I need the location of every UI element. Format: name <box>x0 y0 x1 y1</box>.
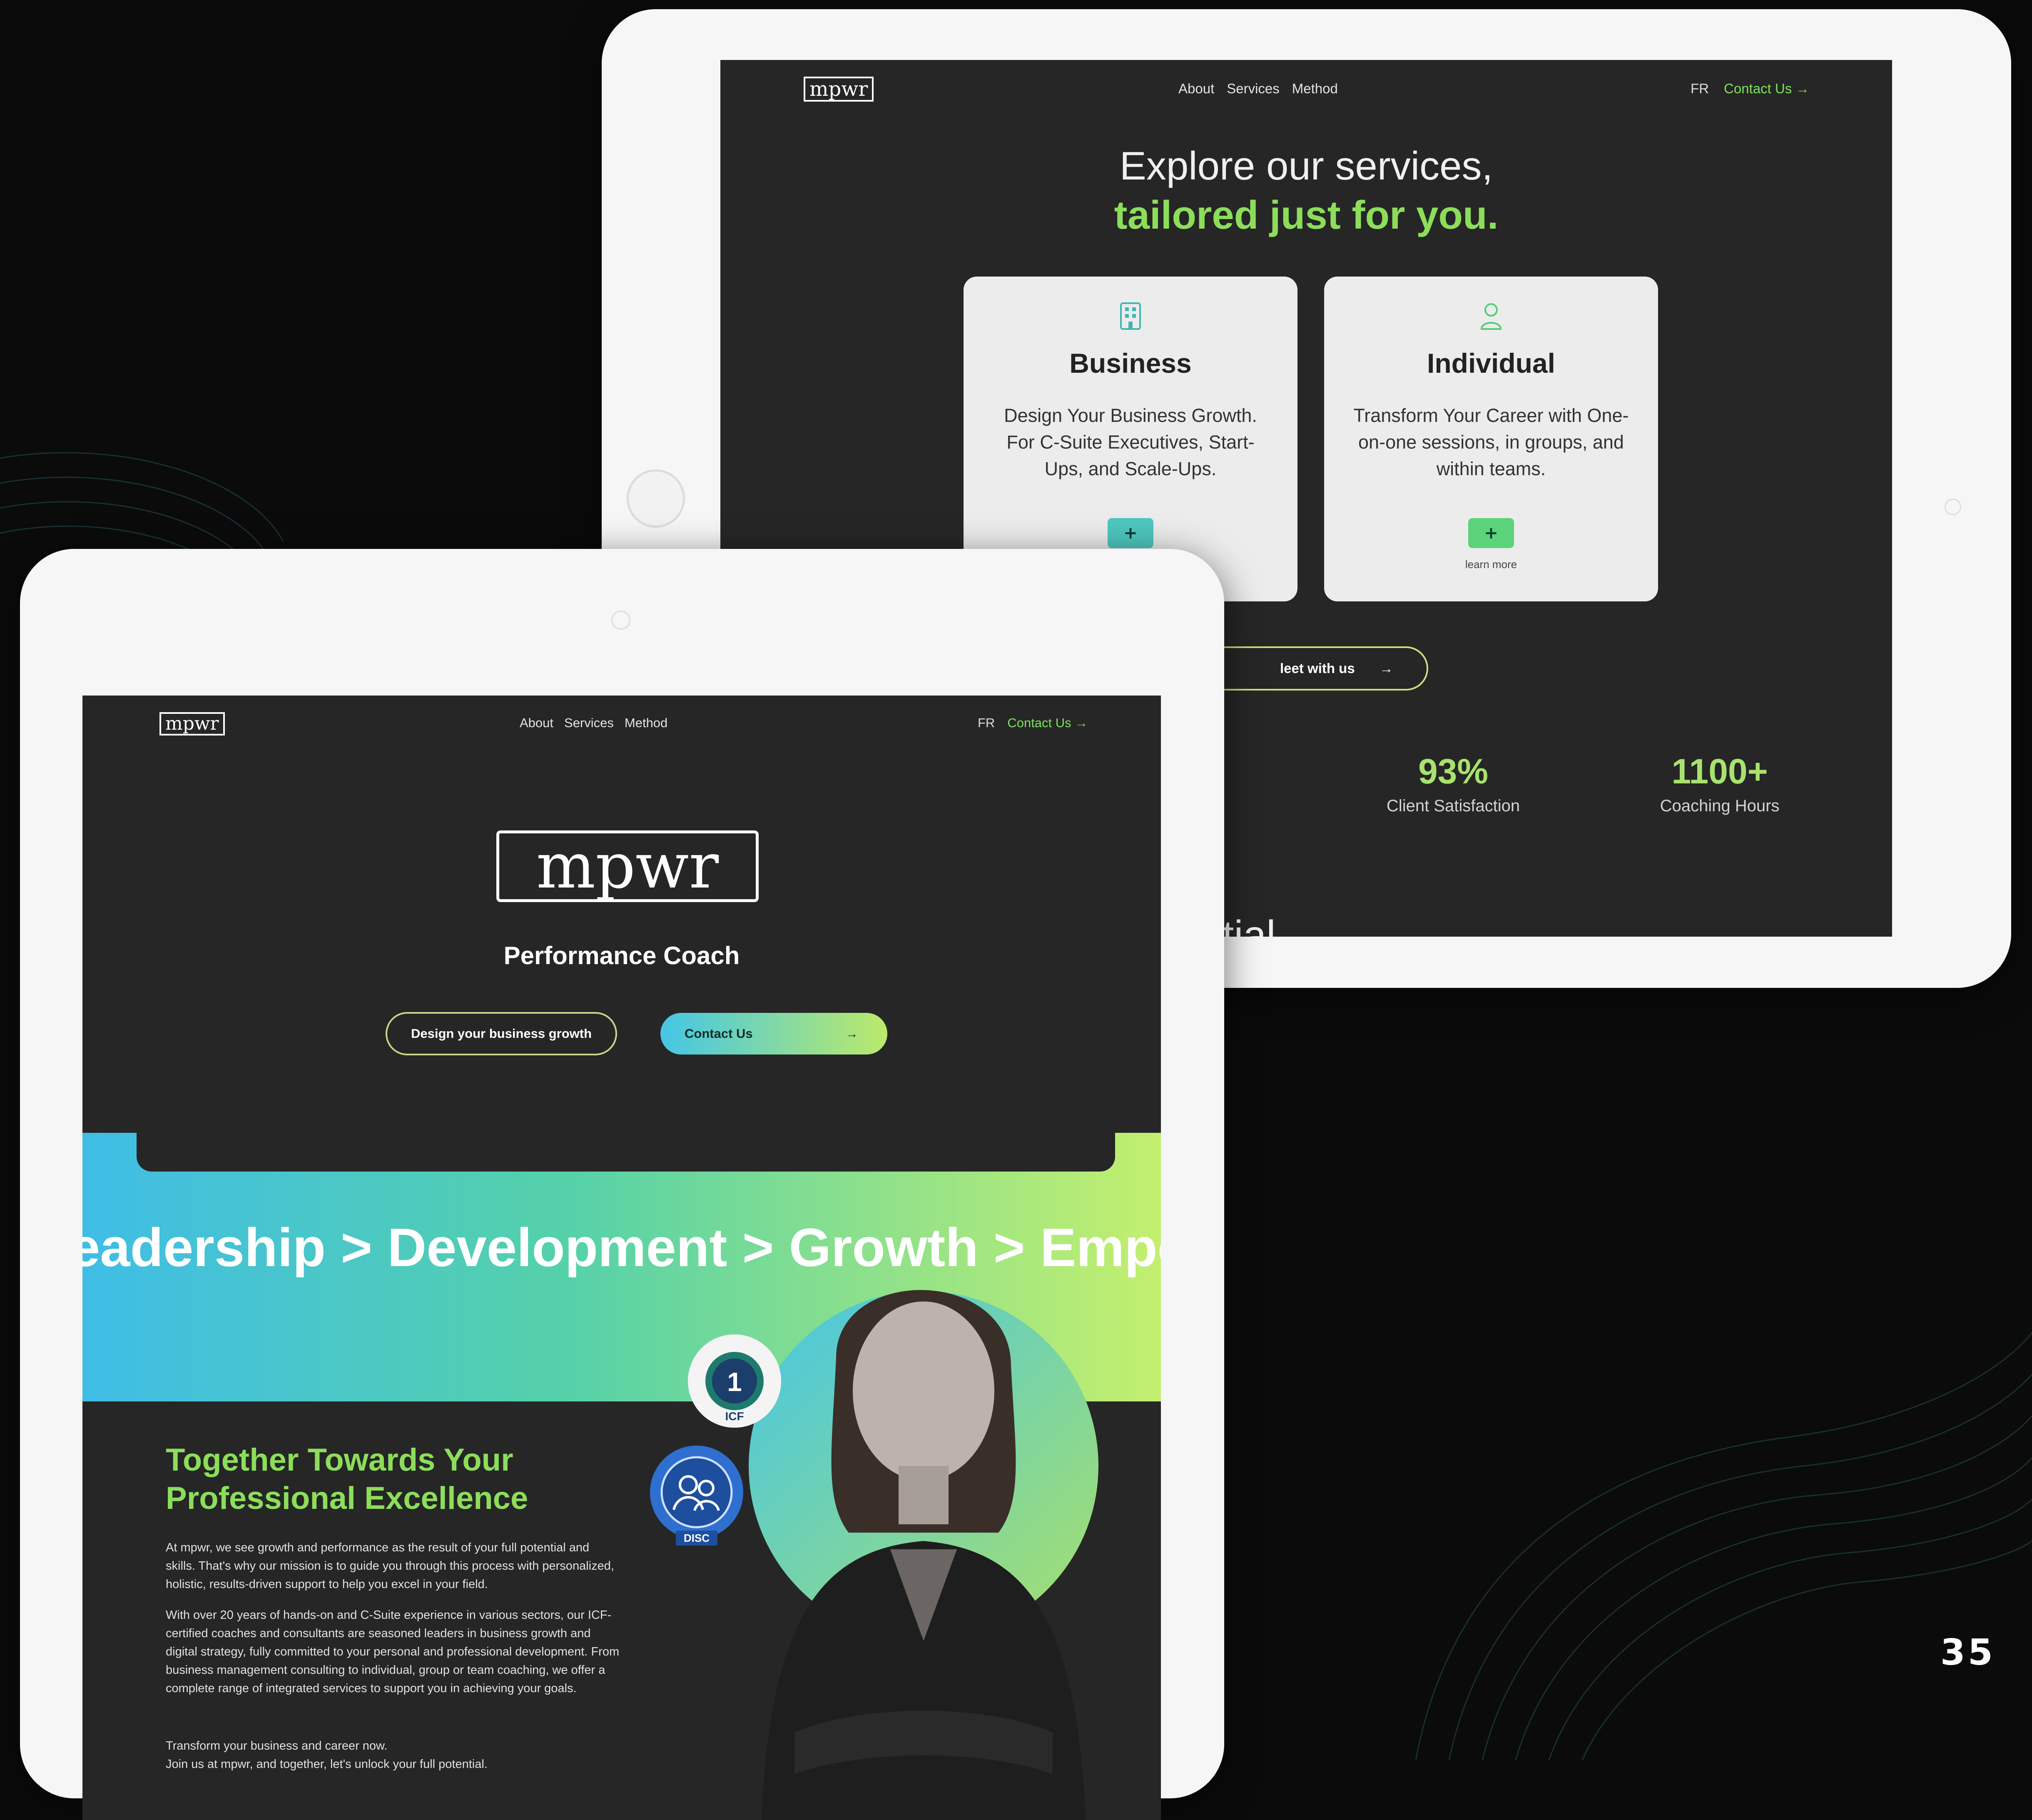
icf-badge-icon: 1 ICF <box>688 1334 781 1428</box>
nav-right: FR Contact Us → <box>978 716 1088 730</box>
nav-link-services[interactable]: Services <box>564 716 614 730</box>
nav-logo[interactable]: mpwr <box>159 712 225 735</box>
nav-contact-link[interactable]: Contact Us → <box>1007 716 1088 730</box>
card-title: Business <box>1069 348 1192 379</box>
tablet-camera-dot <box>1945 499 1961 515</box>
learn-more-link[interactable]: learn more <box>1324 558 1658 571</box>
tablet-home-button <box>627 469 685 528</box>
language-switch[interactable]: FR <box>978 716 995 730</box>
stat-value: 1100+ <box>1671 752 1768 791</box>
hero-tagline: Performance Coach <box>503 942 740 970</box>
disc-label: DISC <box>684 1532 710 1544</box>
design-growth-button[interactable]: Design your business growth <box>386 1012 617 1055</box>
section-heading-line2: Professional Excellence <box>166 1481 528 1516</box>
nav-contact-link[interactable]: Contact Us → <box>1724 81 1809 97</box>
nav-link-about[interactable]: About <box>520 716 553 730</box>
icf-label: ICF <box>725 1410 744 1423</box>
closing-line1: Transform your business and career now. <box>166 1739 388 1753</box>
card-description: Transform Your Career with One-on-one se… <box>1353 405 1629 479</box>
nav-link-about[interactable]: About <box>1178 81 1214 97</box>
building-icon <box>1120 302 1141 330</box>
stat-label: Client Satisfaction <box>1386 797 1520 815</box>
card-title: Individual <box>1427 348 1556 379</box>
stat-value: 93% <box>1418 752 1489 791</box>
user-icon <box>1480 303 1502 330</box>
expand-business-button[interactable]: + <box>1108 518 1153 548</box>
expand-individual-button[interactable]: + <box>1468 518 1514 548</box>
card-description: Design Your Business Growth. For C-Suite… <box>1004 405 1257 479</box>
arrow-right-icon: → <box>845 1026 858 1041</box>
section-heading-line1: Together Towards Your <box>166 1442 513 1478</box>
nav-links: About Services Method <box>1178 81 1338 97</box>
arrow-right-icon: → <box>1380 661 1393 676</box>
nav-link-services[interactable]: Services <box>1227 81 1280 97</box>
nav-link-method[interactable]: Method <box>625 716 667 730</box>
stat-satisfaction: 93% Client Satisfaction <box>1362 751 1545 815</box>
contact-us-button[interactable]: Contact Us → <box>660 1013 887 1055</box>
page-number: 35 <box>1940 1632 1995 1673</box>
meet-button-label: leet with us <box>1280 661 1355 676</box>
hero-logo: mpwr <box>496 830 759 902</box>
nav-link-method[interactable]: Method <box>1292 81 1338 97</box>
stat-label: Coaching Hours <box>1660 797 1780 815</box>
tablet-camera-dot <box>611 611 630 630</box>
nav-right: FR Contact Us → <box>1691 81 1809 97</box>
nav-links: About Services Method <box>520 716 667 730</box>
stat-coaching-hours: 1100+ Coaching Hours <box>1628 751 1811 815</box>
hero-bottom-tab <box>137 1116 1115 1172</box>
experience-paragraph: With over 20 years of hands-on and C-Sui… <box>166 1608 620 1695</box>
language-switch[interactable]: FR <box>1691 81 1709 97</box>
closing-line2: Join us at mpwr, and together, let's unl… <box>166 1758 488 1771</box>
home-page-screen: mpwr About Services Method FR Contact Us… <box>82 696 1161 1820</box>
tablet-front: mpwr About Services Method FR Contact Us… <box>20 549 1224 1820</box>
coach-portrait-image <box>749 1290 1098 1820</box>
nav-logo[interactable]: mpwr <box>804 77 874 102</box>
services-heading-line1: Explore our services, <box>1119 144 1493 188</box>
individual-service-card[interactable]: Individual Transform Your Career with On… <box>1324 277 1658 601</box>
contact-button-label: Contact Us <box>685 1026 753 1041</box>
services-heading-line2: tailored just for you. <box>1114 193 1499 237</box>
disc-badge-icon: DISC <box>650 1446 743 1546</box>
intro-paragraph: At mpwr, we see growth and performance a… <box>166 1541 614 1591</box>
icf-level: 1 <box>727 1367 742 1397</box>
section-heading: Together Towards Your Professional Excel… <box>166 1441 645 1518</box>
closing-paragraph: Transform your business and career now. … <box>166 1737 620 1773</box>
